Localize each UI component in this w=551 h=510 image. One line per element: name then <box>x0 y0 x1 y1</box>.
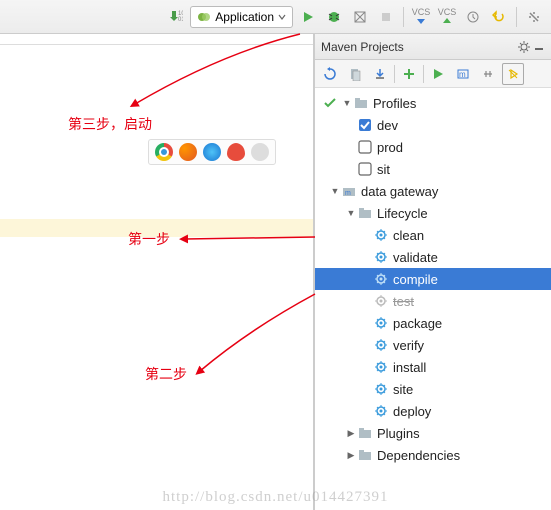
folder-icon <box>357 205 373 221</box>
svg-text:01: 01 <box>178 17 183 23</box>
tree-node-validate[interactable]: validate <box>315 246 551 268</box>
gear-icon <box>373 315 389 331</box>
add-icon[interactable] <box>398 63 420 85</box>
skip-tests-icon[interactable] <box>502 63 524 85</box>
download-icon[interactable] <box>369 63 391 85</box>
maven-tree[interactable]: ▼ Profiles dev prod sit ▼ <box>315 88 551 510</box>
expand-icon[interactable]: ▼ <box>341 97 353 109</box>
tree-node-compile[interactable]: compile <box>315 268 551 290</box>
debug-button[interactable] <box>323 6 345 28</box>
gear-icon <box>373 337 389 353</box>
checkbox-unchecked-icon[interactable] <box>357 139 373 155</box>
svg-text:m: m <box>459 70 466 79</box>
annotation-step2: 第二步 <box>145 364 187 384</box>
tree-node-verify[interactable]: verify <box>315 334 551 356</box>
tree-node-sit[interactable]: sit <box>315 158 551 180</box>
maven-panel: Maven Projects m ▼ Pr <box>314 34 551 510</box>
arrow-step2 <box>190 289 320 379</box>
stop-button[interactable] <box>375 6 397 28</box>
annotation-step3: 第三步，启动 <box>68 114 152 134</box>
collapse-icon[interactable]: ▶ <box>345 427 357 439</box>
execute-goal-icon[interactable]: m <box>452 63 474 85</box>
check-tick-icon <box>323 96 337 110</box>
reimport-icon[interactable] <box>319 63 341 85</box>
gear-icon <box>373 293 389 309</box>
gear-icon <box>373 227 389 243</box>
expand-icon[interactable]: ▼ <box>329 185 341 197</box>
run-config-label: Application <box>215 10 274 24</box>
panel-gear-icon[interactable] <box>517 40 531 54</box>
gear-icon <box>373 381 389 397</box>
opera-icon[interactable] <box>227 143 245 161</box>
folder-icon <box>353 95 369 111</box>
tree-node-dev[interactable]: dev <box>315 114 551 136</box>
arrow-step3 <box>120 24 320 119</box>
tree-node-package[interactable]: package <box>315 312 551 334</box>
chevron-down-icon <box>278 13 286 21</box>
gear-icon <box>373 359 389 375</box>
tree-node-clean[interactable]: clean <box>315 224 551 246</box>
tree-node-site[interactable]: site <box>315 378 551 400</box>
history-button[interactable] <box>462 6 484 28</box>
download-binary-icon[interactable]: 1001 <box>164 6 186 28</box>
tree-node-lifecycle[interactable]: ▼ Lifecycle <box>315 202 551 224</box>
tree-node-install[interactable]: install <box>315 356 551 378</box>
tree-node-prod[interactable]: prod <box>315 136 551 158</box>
maven-module-icon: m <box>341 183 357 199</box>
vcs-commit-button[interactable]: VCS <box>436 6 458 28</box>
safari-icon[interactable] <box>203 143 221 161</box>
gear-icon <box>373 249 389 265</box>
application-icon <box>197 10 211 24</box>
coverage-button[interactable] <box>349 6 371 28</box>
tree-node-deploy[interactable]: deploy <box>315 400 551 422</box>
checkbox-unchecked-icon[interactable] <box>357 161 373 177</box>
vcs-update-button[interactable]: VCS <box>410 6 432 28</box>
svg-text:m: m <box>345 190 351 197</box>
run-maven-icon[interactable] <box>427 63 449 85</box>
revert-button[interactable] <box>488 6 510 28</box>
gear-icon <box>373 403 389 419</box>
editor-area: 第三步，启动 第一步 第二步 <box>0 34 314 510</box>
maven-panel-header: Maven Projects <box>315 34 551 60</box>
folder-icon <box>357 425 373 441</box>
tree-node-project[interactable]: ▼ m data gateway <box>315 180 551 202</box>
run-button[interactable] <box>297 6 319 28</box>
collapse-icon[interactable]: ▶ <box>345 449 357 461</box>
tree-node-profiles[interactable]: ▼ Profiles <box>315 92 551 114</box>
browser-icons-row <box>148 139 276 165</box>
maven-toolbar: m <box>315 60 551 88</box>
checkbox-checked-icon[interactable] <box>357 117 373 133</box>
tree-node-test[interactable]: test <box>315 290 551 312</box>
annotation-step1: 第一步 <box>128 229 170 249</box>
expand-icon[interactable]: ▼ <box>345 207 357 219</box>
main-toolbar: 1001 Application VCS VCS <box>0 0 551 34</box>
folder-icon <box>357 447 373 463</box>
generate-sources-icon[interactable] <box>344 63 366 85</box>
run-config-dropdown[interactable]: Application <box>190 6 293 28</box>
tree-node-plugins[interactable]: ▶Plugins <box>315 422 551 444</box>
maven-panel-title: Maven Projects <box>321 40 404 54</box>
panel-minimize-icon[interactable] <box>533 40 545 54</box>
default-browser-icon[interactable] <box>251 143 269 161</box>
firefox-icon[interactable] <box>179 143 197 161</box>
toggle-offline-icon[interactable] <box>477 63 499 85</box>
settings-icon[interactable] <box>523 6 545 28</box>
chrome-icon[interactable] <box>155 143 173 161</box>
tree-node-dependencies[interactable]: ▶Dependencies <box>315 444 551 466</box>
gear-icon <box>373 271 389 287</box>
